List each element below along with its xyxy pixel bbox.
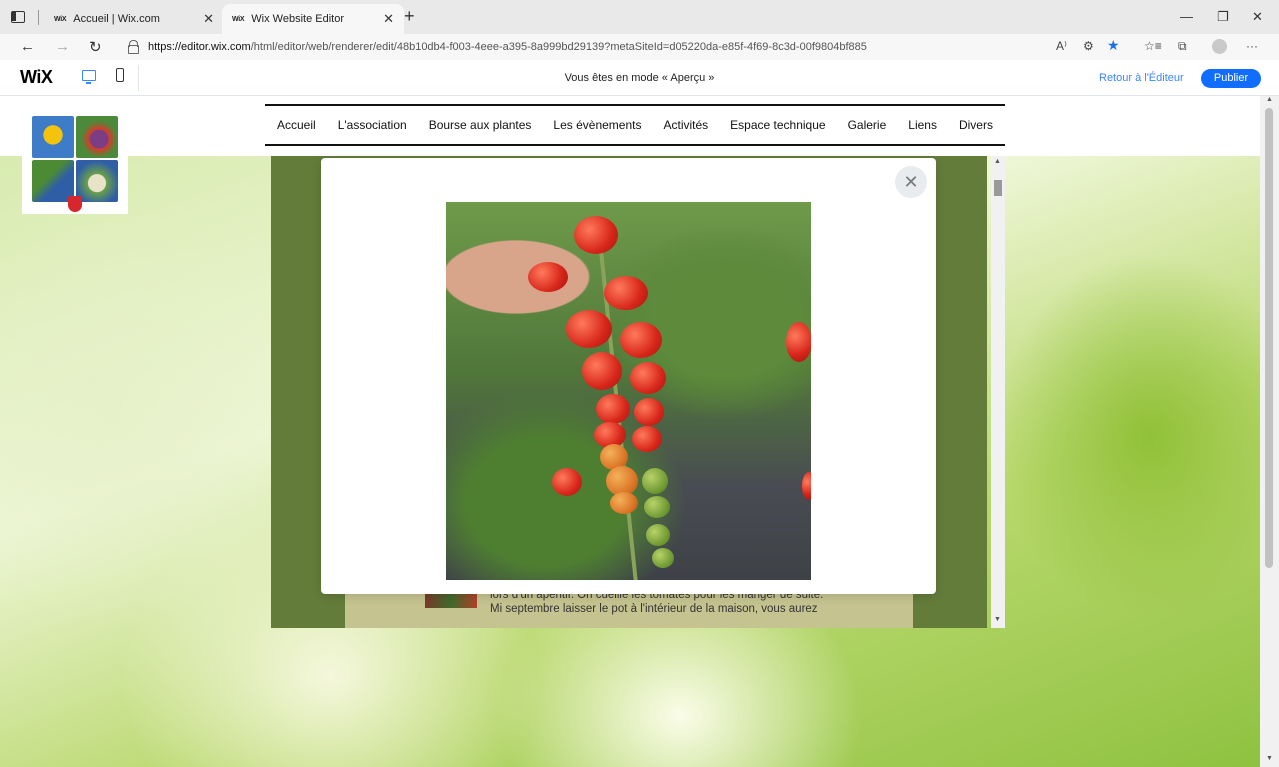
tab-title: Wix Website Editor <box>251 13 344 25</box>
image-lightbox: ✕ <box>321 158 936 594</box>
wix-preview-bar: WiX Vous êtes en mode « Aperçu » Retour … <box>0 60 1279 96</box>
tomato <box>620 322 662 358</box>
nav-item-bourse-aux-plantes[interactable]: Bourse aux plantes <box>429 118 532 132</box>
tab-wix-website-editor[interactable]: WiX Wix Website Editor ✕ <box>222 4 404 34</box>
url-field[interactable]: https://editor.wix.com/html/editor/web/r… <box>148 41 867 53</box>
extensions-icon[interactable]: ⚙ <box>1083 39 1094 53</box>
tab-actions-icon[interactable] <box>11 11 25 23</box>
grapes-icon <box>76 116 118 158</box>
favorites-icon[interactable]: ☆≡ <box>1144 39 1162 53</box>
lock-icon[interactable] <box>128 40 139 54</box>
back-to-editor-link[interactable]: Retour à l'Éditeur <box>1099 72 1184 84</box>
close-icon[interactable]: ✕ <box>895 166 927 198</box>
tomato <box>802 472 811 500</box>
url-host: https://editor.wix.com <box>148 41 251 53</box>
wix-favicon-icon: WiX <box>54 15 67 23</box>
nav-item-espace-technique[interactable]: Espace technique <box>730 118 825 132</box>
browser-tab-bar: WiX Accueil | Wix.com ✕ WiX Wix Website … <box>0 0 1279 34</box>
logo-grid <box>32 116 118 202</box>
scroll-up-icon[interactable]: ▲ <box>1266 96 1273 103</box>
tomato <box>632 426 662 452</box>
nav-item-association[interactable]: L'association <box>338 118 407 132</box>
scrollbar-thumb[interactable] <box>994 180 1002 196</box>
back-button[interactable]: ← <box>20 38 35 55</box>
scroll-down-icon[interactable]: ▼ <box>994 616 1001 623</box>
collections-icon[interactable]: ⧉ <box>1178 39 1187 54</box>
nav-item-liens[interactable]: Liens <box>908 118 937 132</box>
tomato <box>604 276 648 310</box>
scroll-up-icon[interactable]: ▲ <box>994 158 1001 165</box>
tab-accueil-wix[interactable]: WiX Accueil | Wix.com ✕ <box>44 4 224 34</box>
address-bar: ← → ↻ https://editor.wix.com/html/editor… <box>0 34 1279 60</box>
site-navigation: Accueil L'association Bourse aux plantes… <box>265 104 1005 146</box>
publish-button[interactable]: Publier <box>1201 69 1261 88</box>
minimize-window-button[interactable]: — <box>1180 9 1193 24</box>
url-path: /html/editor/web/renderer/edit/48b10db4-… <box>250 41 867 53</box>
tomato <box>566 310 612 348</box>
tomato <box>786 322 811 362</box>
nav-item-activites[interactable]: Activités <box>663 118 708 132</box>
tab-separator <box>38 10 39 25</box>
nav-item-divers[interactable]: Divers <box>959 118 993 132</box>
nav-item-galerie[interactable]: Galerie <box>848 118 887 132</box>
article-line: Mi septembre laisser le pot à l'intérieu… <box>490 603 818 615</box>
read-aloud-icon[interactable]: A⁾ <box>1056 39 1067 53</box>
scroll-down-icon[interactable]: ▼ <box>1266 755 1273 762</box>
wix-favicon-icon: WiX <box>232 15 245 23</box>
scrollbar-thumb[interactable] <box>1265 108 1273 568</box>
garlic-icon <box>76 160 118 202</box>
nav-item-evenements[interactable]: Les évènements <box>553 118 641 132</box>
site-preview: Accueil L'association Bourse aux plantes… <box>0 96 1260 767</box>
reload-button[interactable]: ↻ <box>89 38 102 56</box>
forward-button[interactable]: → <box>55 38 70 55</box>
tomato <box>644 496 670 518</box>
page-scrollbar[interactable]: ▲ ▼ <box>1260 96 1279 767</box>
tomato <box>582 352 622 390</box>
tomato <box>552 468 582 496</box>
tomato <box>634 398 664 426</box>
tomato <box>596 394 630 424</box>
content-scrollbar[interactable]: ▲ ▼ <box>991 156 1005 628</box>
more-menu-icon[interactable]: ··· <box>1246 39 1258 53</box>
tomato <box>646 524 670 546</box>
favorite-star-icon[interactable]: ★ <box>1107 37 1120 54</box>
article-thumbnail[interactable] <box>425 592 477 608</box>
tomato <box>630 362 666 394</box>
tab-close-icon[interactable]: ✕ <box>203 11 214 27</box>
tomato <box>642 468 668 494</box>
shield-icon <box>68 196 82 212</box>
preview-mode-message: Vous êtes en mode « Aperçu » <box>564 72 715 84</box>
profile-avatar-icon[interactable] <box>1212 39 1227 54</box>
tomato <box>574 216 618 254</box>
sunflower-icon <box>32 116 74 158</box>
tomato <box>610 492 638 514</box>
tomato <box>528 262 568 292</box>
tomato <box>652 548 674 568</box>
nav-item-accueil[interactable]: Accueil <box>277 118 316 132</box>
new-tab-button[interactable]: + <box>404 6 415 27</box>
close-window-button[interactable]: ✕ <box>1252 9 1263 25</box>
tab-close-icon[interactable]: ✕ <box>383 11 394 27</box>
site-logo[interactable] <box>22 114 128 214</box>
tab-title: Accueil | Wix.com <box>73 13 160 25</box>
tomato-photo <box>446 202 811 580</box>
restore-window-button[interactable]: ❐ <box>1217 9 1229 25</box>
